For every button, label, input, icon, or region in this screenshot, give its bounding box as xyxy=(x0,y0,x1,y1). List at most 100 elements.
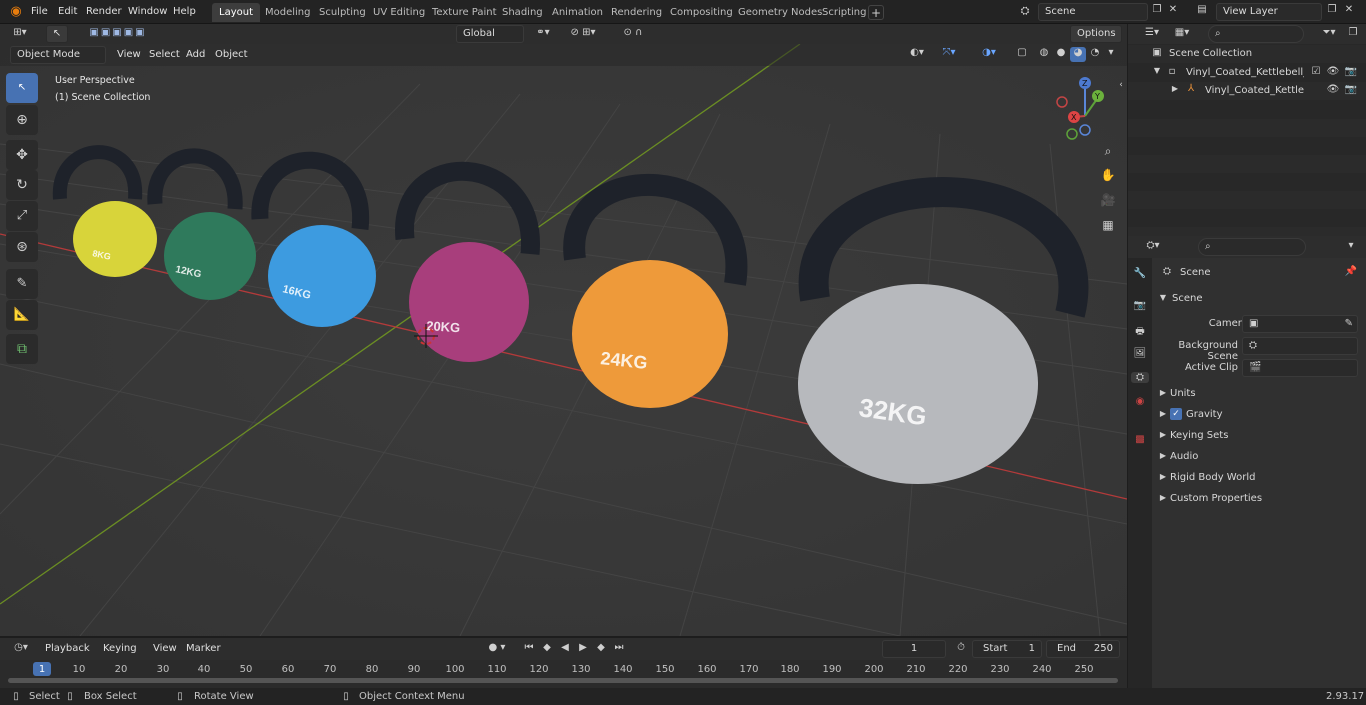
menu-file[interactable]: File xyxy=(26,3,53,21)
stopwatch-icon[interactable]: ⏱ xyxy=(954,642,968,653)
gizmo-toggle-icon[interactable]: ⤧▾ xyxy=(934,47,964,62)
menu-edit[interactable]: Edit xyxy=(53,3,82,21)
transform-tool[interactable]: ⊛ xyxy=(6,232,38,262)
select-tool-mode-icon[interactable]: ↖ xyxy=(46,25,68,43)
kettlebell-20kg[interactable]: 20KG xyxy=(395,161,540,362)
jump-end-icon[interactable]: ⏭ xyxy=(612,642,626,653)
properties-options-icon[interactable]: ▾ xyxy=(1344,240,1358,251)
new-view-layer-icon[interactable]: ❐ xyxy=(1325,4,1339,20)
camera-render-icon[interactable]: 📷 xyxy=(1344,84,1358,95)
perspective-toggle-icon[interactable]: ▦ xyxy=(1100,218,1116,232)
overlays-toggle-icon[interactable]: ◑▾ xyxy=(972,47,1006,62)
outliner-row-collection[interactable]: ▼ ▫ Vinyl_Coated_Kettlebell_Weig ☑ 👁 📷 xyxy=(1128,64,1366,82)
material-shading-icon[interactable]: ◕ xyxy=(1070,47,1086,62)
tab-animation[interactable]: Animation xyxy=(545,3,610,22)
viewport-menu-view[interactable]: View xyxy=(112,46,146,64)
viewport-menu-add[interactable]: Add xyxy=(181,46,210,64)
next-keyframe-icon[interactable]: ◆ xyxy=(594,642,608,653)
eyedropper-icon[interactable]: ✎ xyxy=(1345,316,1353,332)
move-tool[interactable]: ✥ xyxy=(6,140,38,170)
filter-icon[interactable]: ⏷▾ xyxy=(1318,27,1340,38)
viewport-menu-select[interactable]: Select xyxy=(144,46,185,64)
solid-shading-icon[interactable]: ● xyxy=(1053,47,1069,62)
view-layer-icon[interactable]: ▤ xyxy=(1190,4,1214,20)
kettlebell-32kg[interactable]: 32KG xyxy=(798,177,1089,484)
output-tab-icon[interactable]: 🖶 xyxy=(1133,324,1147,341)
tab-rendering[interactable]: Rendering xyxy=(604,3,669,22)
delete-view-layer-icon[interactable]: ✕ xyxy=(1343,4,1355,20)
menu-render[interactable]: Render xyxy=(81,3,127,21)
play-reverse-icon[interactable]: ◀ xyxy=(558,642,572,653)
eye-icon[interactable]: 👁 xyxy=(1326,66,1340,77)
timeline-menu-view[interactable]: View xyxy=(148,640,182,658)
kettlebell-16kg[interactable]: 16KG xyxy=(251,151,376,327)
timeline-menu-keying[interactable]: Keying xyxy=(98,640,142,658)
record-icon[interactable]: ● ▾ xyxy=(482,642,512,653)
zoom-icon[interactable]: ⌕ xyxy=(1100,144,1116,159)
jump-start-icon[interactable]: ⏮ xyxy=(522,642,536,653)
rigid-body-world-panel[interactable]: ▶ Rigid Body World xyxy=(1156,468,1362,488)
scale-tool[interactable]: ⤢ xyxy=(6,201,38,231)
annotate-tool[interactable]: ✎ xyxy=(6,269,38,299)
timeline-scrollbar[interactable] xyxy=(8,678,1118,683)
xray-toggle-icon[interactable]: ▢ xyxy=(1014,47,1030,62)
current-frame-field[interactable]: 1 xyxy=(882,640,946,658)
mode-select[interactable]: Object Mode xyxy=(10,46,106,64)
timeline-editor-icon[interactable]: ◷▾ xyxy=(8,642,34,653)
keying-sets-panel[interactable]: ▶ Keying Sets xyxy=(1156,426,1362,446)
background-scene-field[interactable]: ⛭ xyxy=(1242,337,1358,355)
timeline-menu-marker[interactable]: Marker xyxy=(181,640,226,658)
scene-section-header[interactable]: ▼ Scene xyxy=(1156,289,1362,309)
rotate-tool[interactable]: ↻ xyxy=(6,170,38,200)
gravity-panel[interactable]: ▶ ✓ Gravity xyxy=(1156,405,1362,425)
tab-modeling[interactable]: Modeling xyxy=(258,3,318,22)
cursor-tool[interactable]: ⊕ xyxy=(6,105,38,135)
wireframe-shading-icon[interactable]: ◍ xyxy=(1036,47,1052,62)
proportional-edit-icon[interactable]: ⊙ ∩ xyxy=(610,27,656,42)
kettlebell-12kg[interactable]: 12KG xyxy=(147,148,256,300)
timeline-menu-playback[interactable]: Playback xyxy=(40,640,95,658)
snap-icon[interactable]: ⊘ ⊞▾ xyxy=(560,27,606,42)
menu-window[interactable]: Window xyxy=(123,3,172,21)
pan-hand-icon[interactable]: ✋ xyxy=(1100,168,1116,182)
tab-layout[interactable]: Layout xyxy=(212,3,260,22)
outliner-row-object[interactable]: ▶ ⅄ Vinyl_Coated_Kettlebell_ 👁 📷 xyxy=(1128,82,1366,100)
new-scene-icon[interactable]: ❐ xyxy=(1150,4,1164,20)
kettlebell-24kg[interactable]: 24KG xyxy=(563,173,748,408)
display-mode-icon[interactable]: ▦▾ xyxy=(1170,27,1194,38)
properties-editor-icon[interactable]: ⛭▾ xyxy=(1140,240,1166,251)
start-frame-field[interactable]: Start 1 xyxy=(972,640,1042,658)
add-workspace-icon[interactable]: + xyxy=(868,5,884,20)
world-tab-icon[interactable]: ◉ xyxy=(1133,396,1147,407)
rendered-shading-icon[interactable]: ◔ xyxy=(1087,47,1103,62)
options-button[interactable]: Options xyxy=(1070,25,1122,43)
menu-help[interactable]: Help xyxy=(168,3,201,21)
camera-field[interactable]: ▣ ✎ xyxy=(1242,315,1358,333)
editor-type-icon[interactable]: ⊞▾ xyxy=(6,27,34,42)
pin-icon[interactable]: 📌 xyxy=(1344,266,1358,277)
expand-arrow-icon[interactable]: ▼ xyxy=(1152,66,1162,75)
measure-tool[interactable]: 📐 xyxy=(6,300,38,330)
pivot-point-icon[interactable]: ⚭▾ xyxy=(530,27,556,42)
add-cube-tool[interactable]: ⧉ xyxy=(6,334,38,364)
audio-panel[interactable]: ▶ Audio xyxy=(1156,447,1362,467)
camera-render-icon[interactable]: 📷 xyxy=(1344,66,1358,77)
new-collection-icon[interactable]: ❐ xyxy=(1346,27,1360,38)
tab-scripting[interactable]: Scripting xyxy=(815,3,873,22)
play-icon[interactable]: ▶ xyxy=(576,642,590,653)
exclude-checkbox-icon[interactable]: ☑ xyxy=(1310,66,1322,77)
transform-orientation-select[interactable]: Global xyxy=(456,25,524,43)
outliner-row-root[interactable]: ▣ Scene Collection xyxy=(1128,45,1366,63)
visibility-filter-icon[interactable]: ◐▾ xyxy=(902,47,932,62)
gravity-checkbox[interactable]: ✓ xyxy=(1170,408,1182,420)
tab-shading[interactable]: Shading xyxy=(495,3,550,22)
camera-view-icon[interactable]: 🎥 xyxy=(1100,193,1116,207)
view-layer-field[interactable]: View Layer xyxy=(1216,3,1322,21)
shading-options-icon[interactable]: ▾ xyxy=(1105,47,1117,62)
custom-properties-panel[interactable]: ▶ Custom Properties xyxy=(1156,489,1362,509)
3d-viewport[interactable]: 8KG 12KG 16KG 20KG 24KG 32KG Z Y X User … xyxy=(0,44,1127,636)
active-clip-field[interactable]: 🎬 xyxy=(1242,359,1358,377)
tab-sculpting[interactable]: Sculpting xyxy=(312,3,373,22)
tool-tab-icon[interactable]: 🔧 xyxy=(1133,268,1147,279)
navigation-gizmo[interactable]: Z Y X xyxy=(1056,77,1104,140)
